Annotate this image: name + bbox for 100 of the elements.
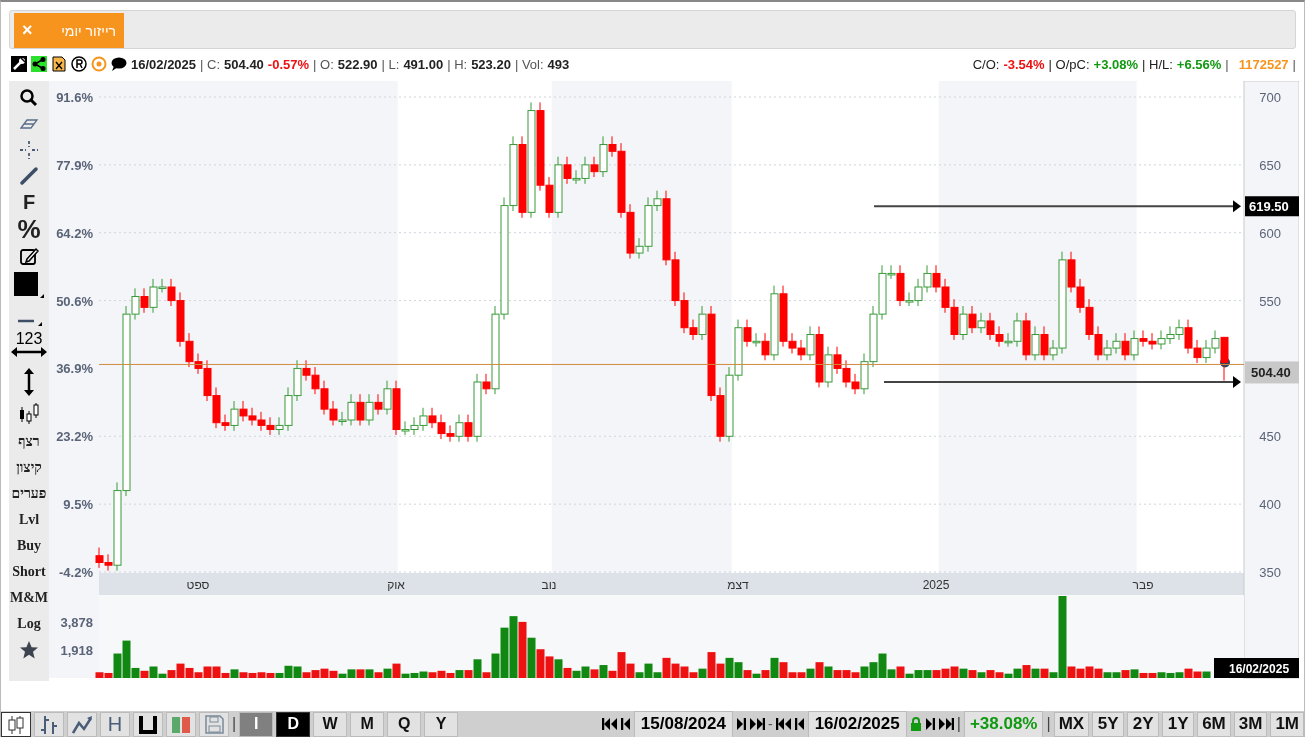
range-button[interactable]: 3M: [1233, 711, 1268, 737]
bar: [770, 657, 779, 678]
bar: [1031, 668, 1040, 678]
bar: [140, 670, 149, 678]
price-axis-label: 350: [1259, 565, 1281, 580]
line-icon[interactable]: [19, 166, 39, 186]
ratio-label: C/O:: [972, 56, 1000, 72]
candlestick: [482, 373, 491, 395]
interval-button[interactable]: D: [276, 711, 311, 737]
bar: [761, 670, 770, 678]
price-axis-label: 650: [1259, 157, 1281, 173]
bar: [482, 672, 491, 678]
bar: [743, 670, 752, 678]
bar: [356, 669, 365, 678]
range-button[interactable]: 1M: [1270, 711, 1304, 737]
bar: [374, 672, 383, 678]
crosshair-icon[interactable]: [19, 140, 39, 160]
tool-button[interactable]: M&M: [9, 585, 49, 611]
interval-button[interactable]: W: [313, 711, 348, 737]
quote-value: 493: [547, 56, 570, 72]
interval-button[interactable]: Y: [424, 711, 459, 737]
tool-button[interactable]: קיצון: [16, 455, 42, 481]
security-id: 1172527: [1238, 56, 1289, 72]
edit-icon[interactable]: [19, 246, 39, 266]
speech-bubble-icon[interactable]: [111, 56, 127, 72]
percent-axis-label: 91.6%: [56, 90, 93, 105]
search-icon[interactable]: [19, 88, 39, 108]
color-swatch-icon[interactable]: [14, 272, 44, 300]
price-axis-label: 550: [1259, 293, 1281, 309]
month-label: אוק: [387, 578, 405, 592]
range-button[interactable]: 1Y: [1162, 711, 1195, 737]
candlestick: [752, 332, 761, 348]
candlestick: [383, 380, 392, 416]
interval-button[interactable]: Q: [387, 711, 422, 737]
skip-to-end-icon[interactable]: [748, 716, 765, 732]
bar: [527, 637, 536, 678]
chart-type-button[interactable]: [133, 711, 163, 737]
bar: [554, 659, 563, 678]
tool-button[interactable]: פערים: [11, 481, 47, 507]
skip-to-start-icon[interactable]: [601, 716, 618, 732]
quote-value: 522.90: [337, 56, 378, 72]
period-change: +38.08%: [963, 710, 1044, 737]
step-back-icon[interactable]: [620, 716, 631, 732]
tool-button[interactable]: Buy: [16, 533, 42, 559]
range-button[interactable]: 2Y: [1127, 711, 1160, 737]
separator: |: [1046, 715, 1051, 733]
star-icon[interactable]: [19, 640, 39, 660]
range-button[interactable]: 6M: [1197, 711, 1231, 737]
bar: [1022, 665, 1031, 678]
month-label: 2025: [922, 578, 950, 592]
end-date-field[interactable]: 16/02/2025: [807, 710, 907, 737]
wrench-icon[interactable]: [11, 56, 27, 72]
month-label: ספט: [186, 578, 210, 592]
start-date-field[interactable]: 15/08/2024: [633, 710, 733, 737]
tool-button[interactable]: רצף: [18, 429, 40, 455]
percent-axis-label: 50.6%: [56, 293, 93, 309]
bar: [563, 667, 572, 678]
percent-axis-label: 64.2%: [56, 225, 93, 241]
candlestick: [743, 319, 752, 348]
candlestick: [806, 325, 815, 361]
percent-axis-label: 77.9%: [56, 157, 93, 173]
share-icon[interactable]: [31, 56, 47, 72]
registered-icon[interactable]: [71, 56, 87, 72]
candlestick: [761, 332, 770, 361]
excel-file-icon[interactable]: [51, 56, 67, 72]
chart-type-button[interactable]: H: [100, 711, 130, 737]
horizontal-arrow-icon[interactable]: [11, 347, 47, 357]
step-forward-icon[interactable]: [735, 716, 746, 732]
bar: [518, 621, 527, 678]
step-back-icon[interactable]: [794, 716, 805, 732]
range-button[interactable]: MX: [1053, 711, 1090, 737]
chart-type-button[interactable]: [1, 711, 31, 737]
month-label: פבר: [1132, 578, 1154, 592]
quote-label: | Vol:: [514, 56, 544, 72]
tool-button[interactable]: %: [17, 215, 41, 243]
candles-icon[interactable]: [17, 402, 41, 426]
tool-button[interactable]: Lvl: [18, 507, 40, 533]
bar: [365, 669, 374, 678]
tool-button[interactable]: F: [22, 189, 36, 215]
candlestick: [1040, 325, 1049, 361]
tool-button[interactable]: Log: [17, 611, 41, 637]
measure-tool-label[interactable]: 123: [15, 331, 43, 347]
price-axis-label: 700: [1259, 90, 1281, 105]
separator: |: [232, 715, 237, 733]
interval-button[interactable]: M: [350, 711, 385, 737]
bar: [959, 668, 968, 678]
step-forward-icon[interactable]: [924, 716, 935, 732]
skip-to-start-icon[interactable]: [775, 716, 792, 732]
percent-axis-label: 9.5%: [63, 497, 93, 513]
bar: [977, 672, 986, 678]
candlestick: [365, 393, 374, 426]
quote-date: 16/02/2025: [131, 56, 197, 72]
tool-button[interactable]: Short: [12, 559, 46, 585]
bar: [392, 663, 401, 678]
bar: [1130, 669, 1139, 678]
skip-to-end-icon[interactable]: [937, 716, 954, 732]
range-button[interactable]: 5Y: [1092, 711, 1125, 737]
price-axis-label: 600: [1259, 225, 1281, 241]
candlestick: [464, 414, 473, 443]
quote-value: 523.20: [471, 56, 511, 72]
